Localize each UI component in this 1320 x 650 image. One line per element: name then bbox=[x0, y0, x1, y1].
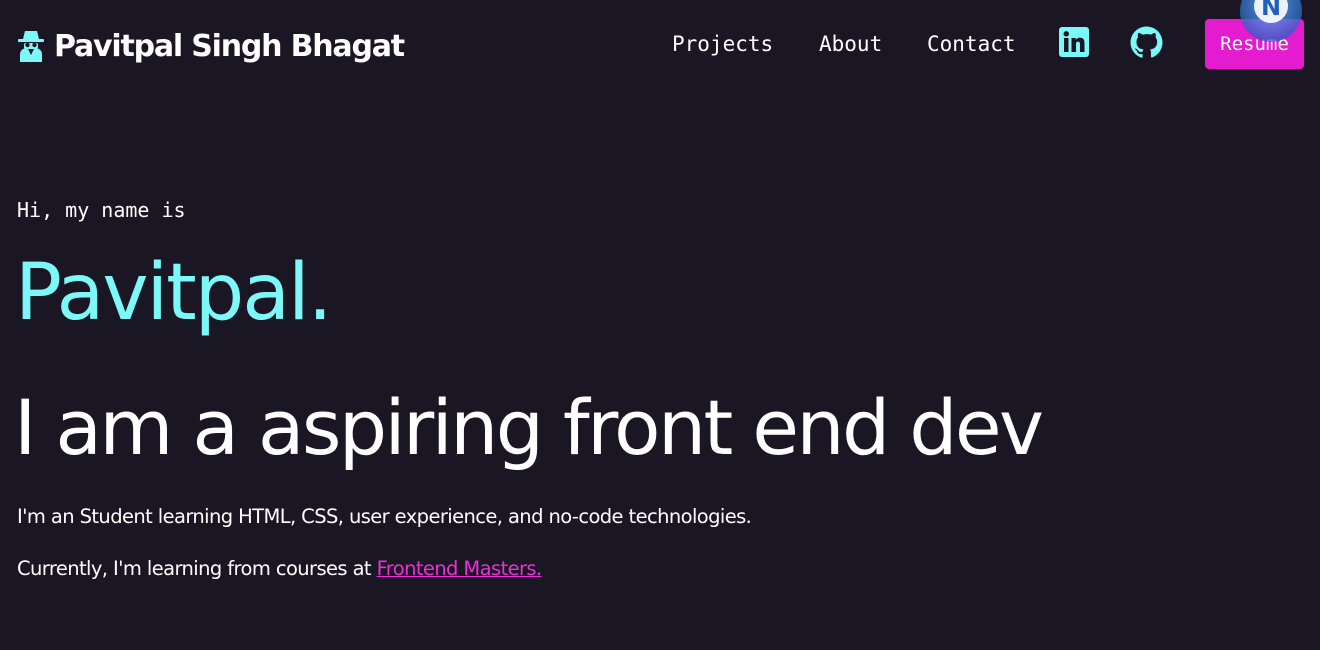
frontend-masters-link[interactable]: Frontend Masters. bbox=[377, 557, 543, 580]
badge-letter: N bbox=[1261, 0, 1281, 21]
intro-text: I'm an Student learning HTML, CSS, user … bbox=[17, 505, 752, 528]
nav-link-about[interactable]: About bbox=[819, 30, 882, 58]
learning-text: Currently, I'm learning from courses at … bbox=[17, 555, 542, 583]
portfolio-page: Pavitpal Singh Bhagat Projects About Con… bbox=[0, 0, 1320, 650]
brand-link[interactable]: Pavitpal Singh Bhagat bbox=[16, 24, 405, 68]
nav-link-contact[interactable]: Contact bbox=[927, 30, 1016, 58]
floating-badge-icon[interactable]: N bbox=[1238, 0, 1304, 44]
linkedin-icon[interactable] bbox=[1059, 27, 1089, 57]
hero-name: Pavitpal. bbox=[15, 248, 333, 338]
spy-icon bbox=[16, 29, 46, 63]
github-icon[interactable] bbox=[1130, 26, 1163, 58]
nav-link-projects[interactable]: Projects bbox=[672, 30, 773, 58]
brand-name: Pavitpal Singh Bhagat bbox=[54, 28, 405, 64]
greeting-text: Hi, my name is bbox=[17, 198, 186, 222]
hero-tagline: I am a aspiring front end dev bbox=[14, 383, 1044, 472]
learning-prefix: Currently, I'm learning from courses at bbox=[17, 557, 377, 580]
